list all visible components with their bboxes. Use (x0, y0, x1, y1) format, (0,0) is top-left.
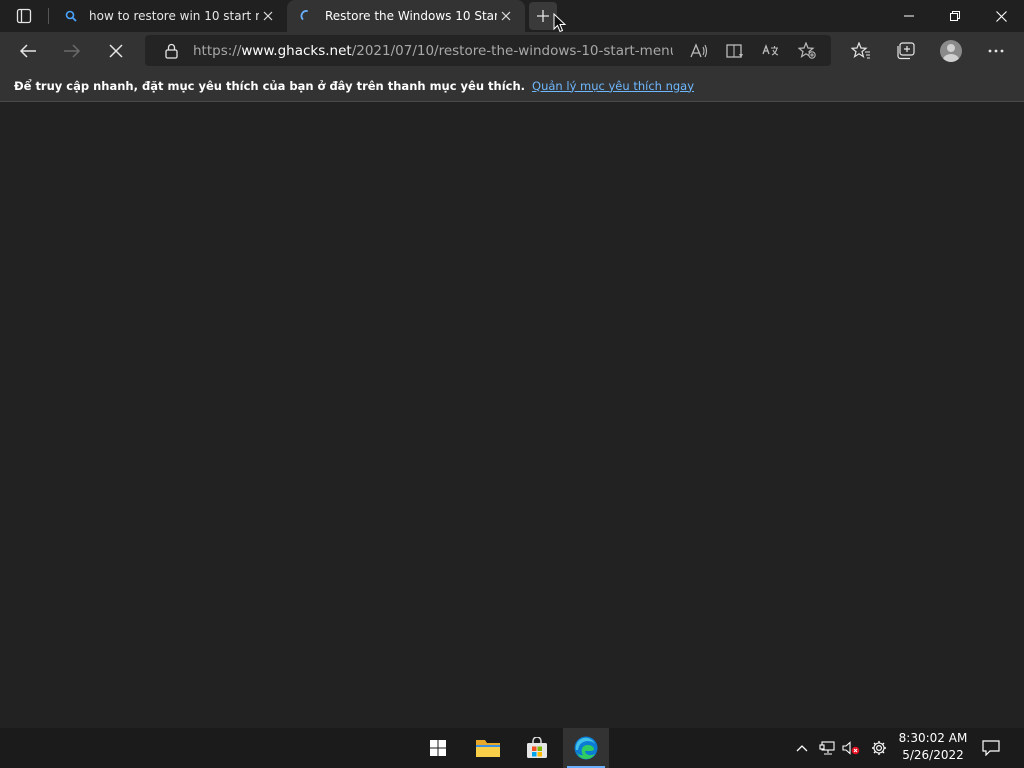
settings-button[interactable] (866, 728, 892, 768)
close-tab-icon[interactable] (259, 7, 277, 25)
windows-logo-icon (430, 740, 446, 756)
start-button[interactable] (415, 728, 461, 768)
close-icon (109, 44, 123, 58)
restore-button[interactable] (932, 0, 978, 32)
url-path: /2021/07/10/restore-the-windows-10-start… (351, 42, 673, 59)
gear-icon (872, 741, 886, 755)
translate-button[interactable] (753, 35, 789, 66)
taskbar: 8:30:02 AM 5/26/2022 (0, 728, 1024, 768)
show-hidden-icons-button[interactable] (790, 728, 814, 768)
network-ethernet-icon (819, 741, 835, 755)
window-controls (886, 0, 1024, 32)
collections-icon (896, 42, 915, 60)
url-host: www.ghacks.net (241, 42, 352, 59)
close-window-button[interactable] (978, 0, 1024, 32)
tab-separator (48, 8, 49, 24)
store-bag-icon (527, 737, 547, 758)
favorites-bar: Để truy cập nhanh, đặt mục yêu thích của… (0, 70, 1024, 102)
back-button[interactable] (6, 32, 50, 70)
close-icon (995, 10, 1007, 22)
edge-browser-icon (574, 736, 598, 760)
chevron-up-icon (796, 745, 808, 752)
file-explorer-button[interactable] (465, 728, 511, 768)
folder-icon (476, 740, 500, 757)
address-bar[interactable]: https://www.ghacks.net/2021/07/10/restor… (145, 35, 831, 66)
lock-icon[interactable] (161, 41, 181, 61)
arrow-right-icon (64, 44, 81, 58)
tab-actions-icon (16, 8, 32, 24)
settings-more-button[interactable] (973, 32, 1018, 70)
minimize-icon (904, 15, 914, 17)
title-bar: how to restore win 10 start menu - Searc… (0, 0, 1024, 32)
translate-icon (762, 43, 779, 56)
arrow-left-icon (19, 44, 36, 58)
plus-icon (537, 10, 549, 22)
url-scheme: https:// (193, 42, 242, 59)
tab-ghacks[interactable]: Restore the Windows 10 Start Menu in Win… (287, 0, 525, 32)
page-content[interactable] (0, 103, 1024, 728)
edge-button[interactable] (563, 728, 609, 768)
close-tab-icon[interactable] (497, 7, 515, 25)
favorites-bar-message: Để truy cập nhanh, đặt mục yêu thích của… (14, 78, 526, 93)
address-bar-icons (681, 35, 825, 66)
avatar (939, 40, 962, 62)
star-add-icon (798, 42, 816, 59)
favorites-button[interactable] (838, 32, 883, 70)
network-button[interactable] (815, 728, 839, 768)
volume-muted-icon (842, 741, 860, 755)
immersive-reader-icon (726, 43, 743, 58)
more-horizontal-icon (988, 49, 1003, 53)
add-favorite-button[interactable] (789, 35, 825, 66)
restore-icon (950, 11, 960, 21)
mouse-cursor-icon (553, 13, 567, 33)
forward-button[interactable] (50, 32, 94, 70)
notifications-button[interactable] (978, 728, 1004, 768)
favorites-icon (850, 42, 870, 59)
clock-time: 8:30:02 AM (898, 731, 968, 745)
volume-button[interactable] (839, 728, 863, 768)
manage-favorites-link[interactable]: Quản lý mục yêu thích ngay (532, 79, 694, 93)
profile-button[interactable] (928, 32, 973, 70)
minimize-button[interactable] (886, 0, 932, 32)
stop-loading-button[interactable] (94, 32, 138, 70)
read-aloud-button[interactable] (681, 35, 717, 66)
clock[interactable]: 8:30:02 AM 5/26/2022 (898, 730, 968, 766)
tab-search[interactable]: how to restore win 10 start menu - Searc… (51, 0, 287, 32)
loading-spinner-icon (299, 8, 315, 24)
microsoft-store-button[interactable] (514, 728, 560, 768)
immersive-reader-button[interactable] (717, 35, 753, 66)
search-icon (63, 8, 79, 24)
toolbar: https://www.ghacks.net/2021/07/10/restor… (0, 32, 1024, 70)
clock-date: 5/26/2022 (902, 748, 964, 762)
tab-title: Restore the Windows 10 Start Menu in Win… (325, 9, 497, 23)
tab-title: how to restore win 10 start menu - Searc… (89, 9, 259, 23)
read-aloud-icon (690, 42, 708, 57)
url-text[interactable]: https://www.ghacks.net/2021/07/10/restor… (193, 43, 673, 59)
collections-button[interactable] (883, 32, 928, 70)
tab-actions-button[interactable] (0, 0, 48, 32)
notification-icon (982, 740, 1000, 756)
right-toolbar (838, 32, 1018, 70)
